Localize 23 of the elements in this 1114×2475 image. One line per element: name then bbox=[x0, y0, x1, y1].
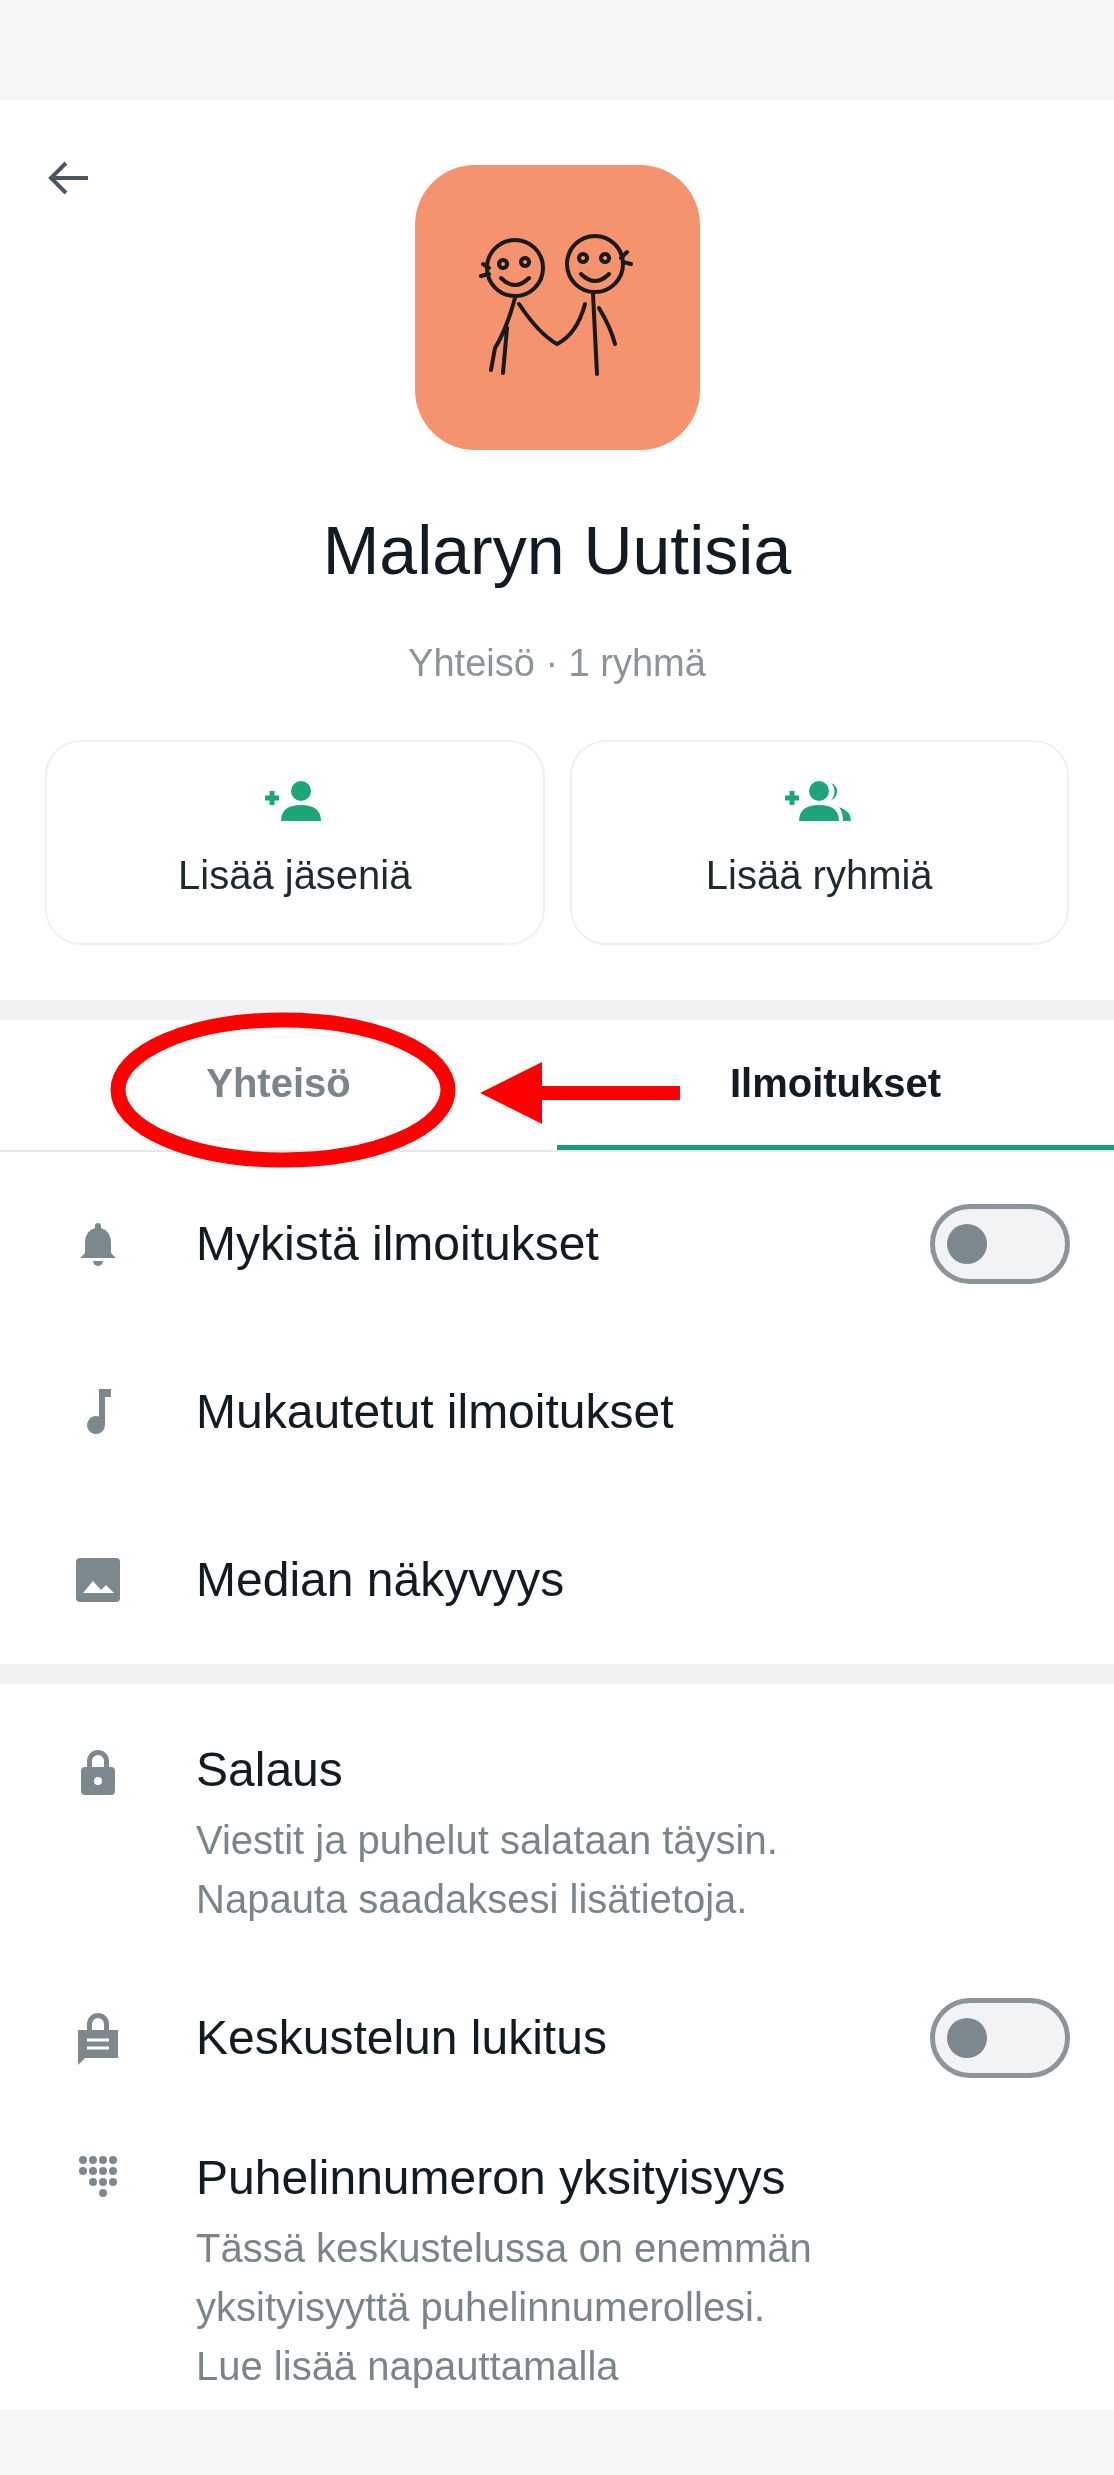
row-title: Mukautetut ilmoitukset bbox=[196, 1384, 675, 1440]
settings-row[interactable]: Keskustelun lukitus bbox=[0, 1954, 1114, 2122]
row-title: Median näkyvyys bbox=[196, 1552, 566, 1608]
bell-icon bbox=[78, 1221, 118, 1267]
row-title: Salaus bbox=[196, 1742, 344, 1798]
row-title: Keskustelun lukitus bbox=[196, 2010, 608, 2066]
group-name: Malaryn Uutisia bbox=[322, 511, 792, 590]
lock-icon bbox=[78, 1747, 118, 1797]
settings-row[interactable]: Puhelinnumeron yksityisyys Tässä keskustelussa on enemmän yksityisyyttä puhelinnumerollesi. Lue lisää napauttamalla bbox=[0, 2122, 1114, 2410]
action-button[interactable]: Lisää jäseniä bbox=[45, 740, 545, 945]
row-description: Viestit ja puhelut salataan täysin. Napauta saadaksesi lisätietoja. bbox=[196, 1817, 779, 1923]
image-icon bbox=[75, 1557, 121, 1603]
row-description: Tässä keskustelussa on enemmän yksityisyyttä puhelinnumerollesi. Lue lisää napauttamalla bbox=[196, 2225, 813, 2390]
row-title: Puhelinnumeron yksityisyys bbox=[196, 2150, 787, 2206]
row-title: Mykistä ilmoitukset bbox=[196, 1216, 600, 1272]
group-subtitle: Yhteisö · 1 ryhmä bbox=[408, 641, 706, 686]
settings-row[interactable]: Salaus Viestit ja puhelut salataan täysin. Napauta saadaksesi lisätietoja. bbox=[0, 1714, 1114, 1954]
settings-row[interactable]: Median näkyvyys bbox=[0, 1496, 1114, 1664]
action-button[interactable]: Lisää ryhmiä bbox=[569, 740, 1069, 945]
tab[interactable]: Yhteisö bbox=[0, 1020, 557, 1150]
lock-icon bbox=[75, 2010, 121, 2066]
settings-row[interactable]: Mukautetut ilmoitukset bbox=[0, 1328, 1114, 1496]
settings-row[interactable]: Mykistä ilmoitukset bbox=[0, 1160, 1114, 1328]
